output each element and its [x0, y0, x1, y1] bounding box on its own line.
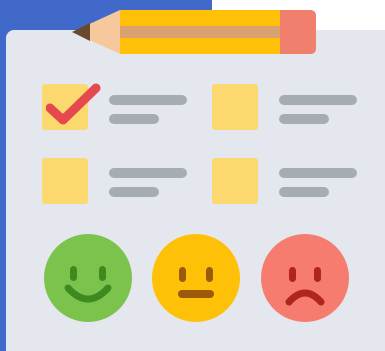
survey-illustration	[0, 0, 385, 351]
checkbox-unchecked[interactable]	[212, 158, 258, 204]
happy-face-icon[interactable]	[44, 234, 132, 322]
answer-line	[109, 168, 187, 178]
answer-line	[109, 95, 187, 105]
answer-line	[279, 114, 329, 124]
checkbox-unchecked[interactable]	[212, 84, 258, 130]
neutral-face-icon[interactable]	[152, 234, 240, 322]
answer-line	[279, 95, 357, 105]
survey-sheet	[6, 30, 385, 351]
checkbox-unchecked[interactable]	[42, 158, 88, 204]
answer-line	[109, 187, 159, 197]
sad-face-icon[interactable]	[261, 234, 349, 322]
answer-line	[279, 168, 357, 178]
answer-line	[279, 187, 329, 197]
pencil-icon	[72, 10, 316, 54]
check-icon	[46, 83, 101, 125]
answer-line	[109, 114, 159, 124]
